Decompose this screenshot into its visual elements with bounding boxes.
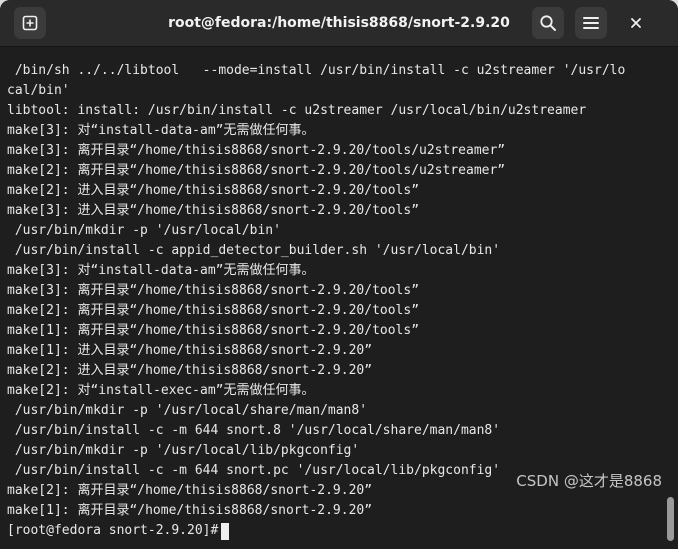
title-bar[interactable]: root@fedora:/home/thisis8868/snort-2.9.2… <box>0 0 678 47</box>
hamburger-menu-icon <box>583 17 599 29</box>
shell-prompt: [root@fedora snort-2.9.20]# <box>7 523 219 538</box>
output-line: /usr/bin/mkdir -p '/usr/local/lib/pkgcon… <box>7 443 360 458</box>
output-line: /usr/bin/install -c -m 644 snort.pc '/us… <box>7 463 501 478</box>
menu-button[interactable] <box>575 7 607 39</box>
text-cursor <box>221 522 230 540</box>
output-line: make[1]: 离开目录“/home/thisis8868/snort-2.9… <box>7 503 373 518</box>
output-line: /usr/bin/mkdir -p '/usr/local/bin' <box>7 223 281 238</box>
close-button[interactable] <box>624 11 648 35</box>
shell-prompt-line[interactable]: [root@fedora snort-2.9.20]# <box>7 521 664 541</box>
search-button[interactable] <box>532 7 564 39</box>
output-line: make[3]: 进入目录“/home/thisis8868/snort-2.9… <box>7 203 420 218</box>
output-line: /usr/bin/install -c appid_detector_build… <box>7 243 501 258</box>
output-line: make[2]: 离开目录“/home/thisis8868/snort-2.9… <box>7 303 420 318</box>
output-line: make[3]: 离开目录“/home/thisis8868/snort-2.9… <box>7 283 420 298</box>
output-line: make[3]: 对“install-data-am”无需做任何事。 <box>7 123 315 138</box>
output-line: /usr/bin/install -c -m 644 snort.8 '/usr… <box>7 423 501 438</box>
terminal-output: /bin/sh ../../libtool --mode=install /us… <box>7 61 664 541</box>
output-line: make[2]: 进入目录“/home/thisis8868/snort-2.9… <box>7 363 373 378</box>
close-icon <box>631 18 641 28</box>
search-icon <box>540 15 556 31</box>
output-line: make[2]: 离开目录“/home/thisis8868/snort-2.9… <box>7 163 506 178</box>
output-line: libtool: install: /usr/bin/install -c u2… <box>7 103 587 118</box>
terminal-area[interactable]: /bin/sh ../../libtool --mode=install /us… <box>0 47 678 549</box>
output-line: cal/bin' <box>7 83 70 98</box>
output-line: /bin/sh ../../libtool --mode=install /us… <box>7 63 626 78</box>
new-tab-icon <box>22 15 38 31</box>
output-line: make[3]: 对“install-data-am”无需做任何事。 <box>7 263 315 278</box>
output-line: make[1]: 进入目录“/home/thisis8868/snort-2.9… <box>7 343 373 358</box>
output-line: make[2]: 离开目录“/home/thisis8868/snort-2.9… <box>7 483 373 498</box>
output-line: make[2]: 对“install-exec-am”无需做任何事。 <box>7 383 315 398</box>
scrollbar-thumb[interactable] <box>667 497 674 541</box>
output-line: make[3]: 离开目录“/home/thisis8868/snort-2.9… <box>7 143 506 158</box>
new-tab-button[interactable] <box>14 7 46 39</box>
output-line: /usr/bin/mkdir -p '/usr/local/share/man/… <box>7 403 368 418</box>
terminal-window: root@fedora:/home/thisis8868/snort-2.9.2… <box>0 0 678 549</box>
output-line: make[1]: 离开目录“/home/thisis8868/snort-2.9… <box>7 323 420 338</box>
output-line: make[2]: 进入目录“/home/thisis8868/snort-2.9… <box>7 183 420 198</box>
